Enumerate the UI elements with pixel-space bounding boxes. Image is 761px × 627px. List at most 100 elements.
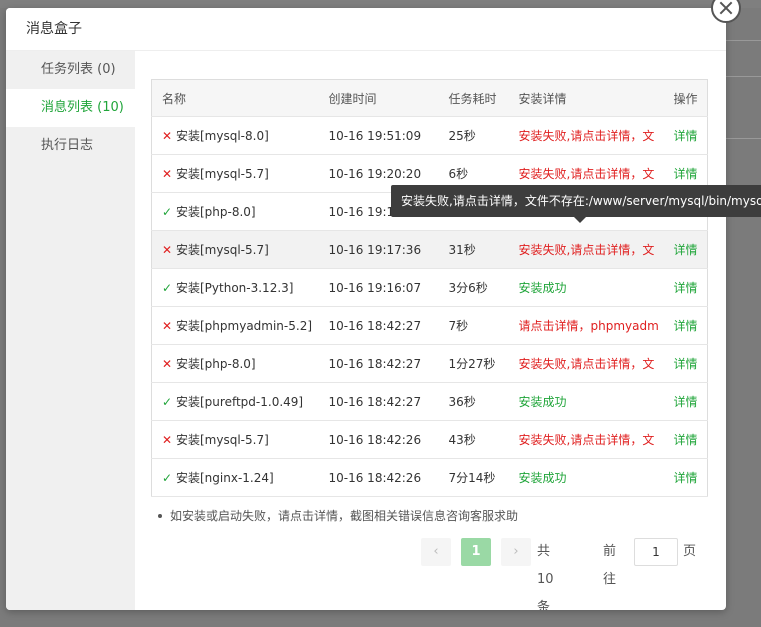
name-cell: ✕ 安装[mysql-5.7] [151, 230, 319, 269]
help-tip-text: 如安装或启动失败，请点击详情，截图相关错误信息咨询客服求助 [170, 509, 519, 523]
name-cell: ✕ 安装[php-8.0] [151, 344, 319, 383]
check-icon: ✓ [162, 395, 173, 409]
task-name: 安装[php-8.0] [176, 357, 256, 371]
detail-link[interactable]: 详情 [674, 471, 698, 485]
action-cell: 详情 [663, 420, 708, 459]
install-detail[interactable]: 安装失败,请点击详情，文 [508, 230, 664, 269]
table-row: ✓ 安装[Python-3.12.3] 10-16 19:16:07 3分6秒 安… [151, 268, 708, 307]
detail-tooltip: 安装失败,请点击详情，文件不存在:/www/server/mysql/bin/m… [391, 185, 761, 217]
sidebar-item-execution-log[interactable]: 执行日志 [6, 127, 135, 165]
install-detail[interactable]: 安装成功 [508, 458, 664, 497]
name-cell: ✕ 安装[mysql-8.0] [151, 116, 319, 155]
bullet-icon [158, 513, 162, 518]
detail-link[interactable]: 详情 [674, 243, 698, 257]
created-time: 10-16 18:42:27 [318, 306, 439, 345]
table-row: ✕ 安装[mysql-5.7] 10-16 19:17:36 31秒 安装失败,请… [151, 230, 708, 269]
install-detail[interactable]: 请点击详情，phpmyadm [508, 306, 664, 345]
goto-page-input[interactable] [634, 538, 678, 566]
install-detail[interactable]: 安装失败,请点击详情，文 [508, 344, 664, 383]
action-cell: 详情 [663, 306, 708, 345]
created-time: 10-16 18:42:26 [318, 458, 439, 497]
table-row: ✕ 安装[mysql-5.7] 10-16 18:42:26 43秒 安装失败,请… [151, 420, 708, 459]
next-page-button[interactable]: › [501, 538, 531, 566]
detail-link[interactable]: 详情 [674, 129, 698, 143]
background-divider [726, 138, 761, 139]
name-cell: ✓ 安装[pureftpd-1.0.49] [151, 382, 319, 421]
table-row: ✓ 安装[nginx-1.24] 10-16 18:42:26 7分14秒 安装成… [151, 458, 708, 497]
task-name: 安装[mysql-5.7] [176, 243, 269, 257]
task-name: 安装[mysql-8.0] [176, 129, 269, 143]
check-icon: ✓ [162, 471, 173, 485]
task-duration: 31秒 [438, 230, 509, 269]
install-detail[interactable]: 安装成功 [508, 268, 664, 307]
task-name: 安装[mysql-5.7] [176, 167, 269, 181]
detail-link[interactable]: 详情 [674, 319, 698, 333]
name-cell: ✕ 安装[mysql-5.7] [151, 154, 319, 193]
created-time: 10-16 18:42:26 [318, 420, 439, 459]
column-header-detail: 安装详情 [508, 79, 664, 117]
action-cell: 详情 [663, 116, 708, 155]
name-cell: ✕ 安装[mysql-5.7] [151, 420, 319, 459]
column-header-created: 创建时间 [318, 79, 439, 117]
name-cell: ✓ 安装[php-8.0] [151, 192, 319, 231]
sidebar-item-message-list[interactable]: 消息列表 (10) [6, 89, 135, 127]
check-icon: ✓ [162, 281, 173, 295]
action-cell: 详情 [663, 458, 708, 497]
task-name: 安装[Python-3.12.3] [176, 281, 294, 295]
prev-page-button[interactable]: ‹ [421, 538, 451, 566]
tooltip-arrow [574, 217, 586, 223]
task-name: 安装[mysql-5.7] [176, 433, 269, 447]
action-cell: 详情 [663, 344, 708, 383]
sidebar-item-task-list[interactable]: 任务列表 (0) [6, 51, 135, 89]
name-cell: ✕ 安装[phpmyadmin-5.2] [151, 306, 319, 345]
table-row: ✕ 安装[php-8.0] 10-16 18:42:27 1分27秒 安装失败,请… [151, 344, 708, 383]
install-detail[interactable]: 安装失败,请点击详情，文 [508, 116, 664, 155]
message-table: 名称 创建时间 任务耗时 安装详情 操作 ✕ 安装[mysql-8.0] 10-1… [151, 79, 708, 497]
task-duration: 25秒 [438, 116, 509, 155]
detail-link[interactable]: 详情 [674, 167, 698, 181]
created-time: 10-16 18:42:27 [318, 382, 439, 421]
fail-icon: ✕ [162, 129, 173, 143]
background-divider [726, 76, 761, 77]
check-icon: ✓ [162, 205, 173, 219]
created-time: 10-16 19:17:36 [318, 230, 439, 269]
detail-link[interactable]: 详情 [674, 357, 698, 371]
column-header-action: 操作 [663, 79, 708, 117]
action-cell: 详情 [663, 268, 708, 307]
message-table-container: 名称 创建时间 任务耗时 安装详情 操作 ✕ 安装[mysql-8.0] 10-1… [151, 79, 708, 497]
created-time: 10-16 19:51:09 [318, 116, 439, 155]
detail-link[interactable]: 详情 [674, 395, 698, 409]
modal-title: 消息盒子 [6, 8, 726, 51]
task-duration: 7秒 [438, 306, 509, 345]
task-duration: 7分14秒 [438, 458, 509, 497]
task-name: 安装[pureftpd-1.0.49] [176, 395, 304, 409]
install-detail[interactable]: 安装失败,请点击详情，文 [508, 420, 664, 459]
page-1-button[interactable]: 1 [461, 538, 491, 566]
help-tip: 如安装或启动失败，请点击详情，截图相关错误信息咨询客服求助 [156, 507, 518, 524]
table-row: ✕ 安装[mysql-8.0] 10-16 19:51:09 25秒 安装失败,请… [151, 116, 708, 155]
detail-link[interactable]: 详情 [674, 281, 698, 295]
task-name: 安装[nginx-1.24] [176, 471, 274, 485]
task-duration: 36秒 [438, 382, 509, 421]
name-cell: ✓ 安装[nginx-1.24] [151, 458, 319, 497]
detail-link[interactable]: 详情 [674, 433, 698, 447]
sidebar: 任务列表 (0) 消息列表 (10) 执行日志 [6, 51, 135, 610]
total-count: 共 10 条 [537, 544, 554, 610]
fail-icon: ✕ [162, 357, 173, 371]
column-header-duration: 任务耗时 [438, 79, 509, 117]
task-name: 安装[php-8.0] [176, 205, 256, 219]
message-box-modal: 消息盒子 任务列表 (0) 消息列表 (10) 执行日志 名称 创建时间 任务耗… [6, 8, 726, 610]
task-name: 安装[phpmyadmin-5.2] [176, 319, 313, 333]
created-time: 10-16 19:16:07 [318, 268, 439, 307]
close-icon[interactable] [711, 0, 741, 23]
background-divider [726, 40, 761, 41]
fail-icon: ✕ [162, 167, 173, 181]
table-row: ✓ 安装[pureftpd-1.0.49] 10-16 18:42:27 36秒 … [151, 382, 708, 421]
fail-icon: ✕ [162, 243, 173, 257]
fail-icon: ✕ [162, 433, 173, 447]
task-duration: 43秒 [438, 420, 509, 459]
page-unit-label: 页 [683, 544, 697, 559]
action-cell: 详情 [663, 230, 708, 269]
column-header-name: 名称 [151, 79, 319, 117]
install-detail[interactable]: 安装成功 [508, 382, 664, 421]
